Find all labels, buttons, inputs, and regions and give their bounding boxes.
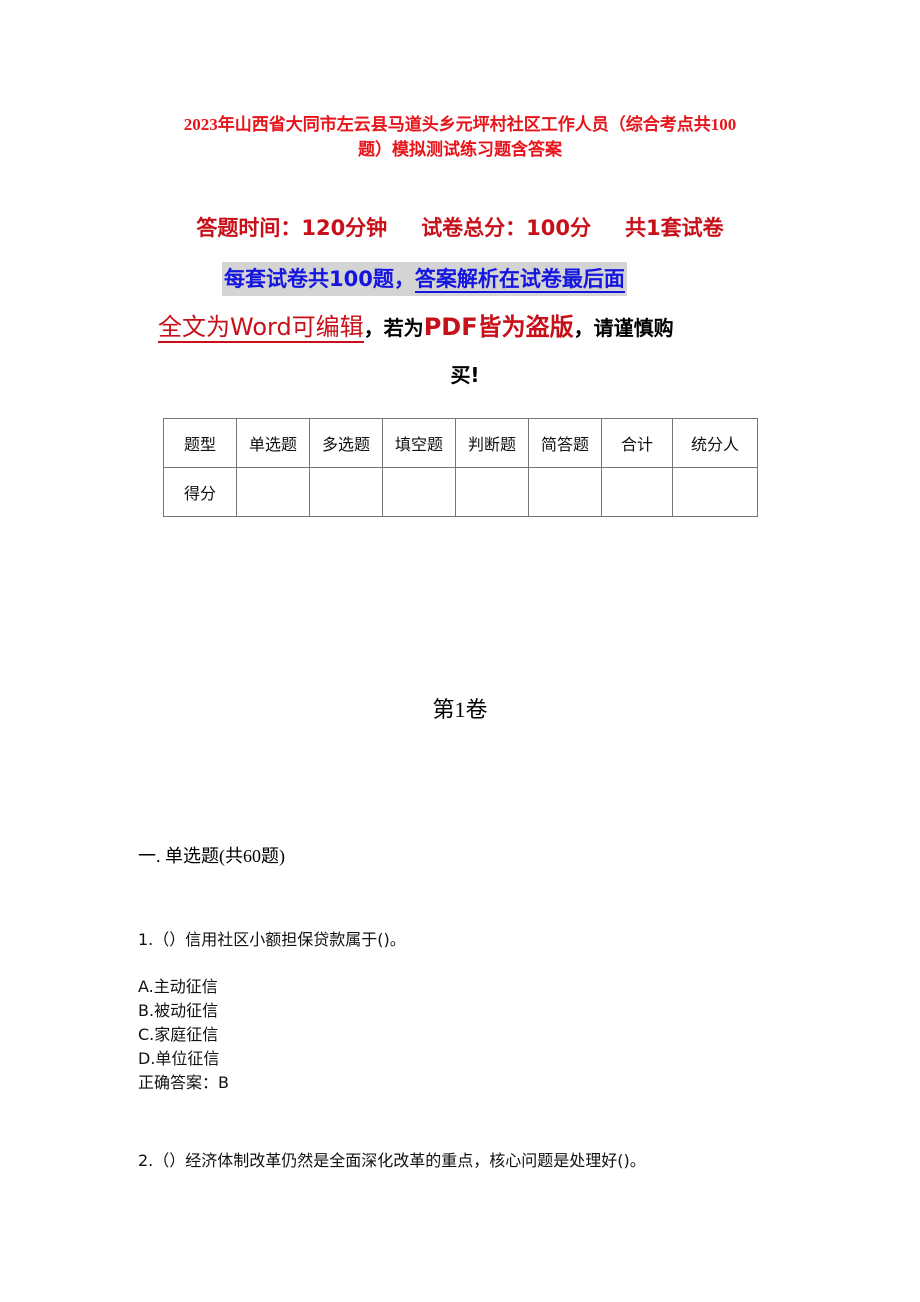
question-2-text: 2.（）经济体制改革仍然是全面深化改革的重点，核心问题是处理好()。 (138, 1151, 646, 1170)
notice-banner: 每套试卷共100题，答案解析在试卷最后面 (222, 262, 627, 296)
notice-link[interactable]: 答案解析在试卷最后面 (414, 267, 625, 293)
score-cell-short-answer[interactable] (528, 467, 602, 517)
score-cell-true-false[interactable] (455, 467, 529, 517)
score-table-header-cell: 判断题 (455, 418, 529, 468)
score-table-header-cell: 统分人 (672, 418, 758, 468)
question-1-option-a: A.主动征信 (138, 977, 218, 996)
question-1-option-b: B.被动征信 (138, 1001, 219, 1020)
score-cell-multi-choice[interactable] (309, 467, 383, 517)
document-title-line1: 2023年山西省大同市左云县马道头乡元坪村社区工作人员（综合考点共100 (183, 115, 737, 134)
editable-notice-link[interactable]: 全文为Word可编辑 (158, 313, 364, 343)
question-1-option-c: C.家庭征信 (138, 1025, 219, 1044)
score-table-header-cell: 单选题 (236, 418, 310, 468)
score-table-header-cell: 多选题 (309, 418, 383, 468)
score-cell-fill-blank[interactable] (382, 467, 456, 517)
exam-total-score: 试卷总分：100分 (421, 216, 592, 240)
warning-text-3: 买! (450, 363, 480, 387)
warning-text-2: ，请谨慎购 (573, 316, 674, 340)
section-title: 一. 单选题(共60题) (138, 846, 285, 866)
notice-text: 每套试卷共100题， (224, 267, 415, 291)
exam-info: 答题时间：120分钟 试卷总分：100分 共1套试卷 (160, 212, 760, 244)
score-table-header-row: 题型 单选题 多选题 填空题 判断题 简答题 合计 统分人 (163, 418, 758, 468)
score-cell-grader[interactable] (672, 467, 758, 517)
piracy-warning: 全文为Word可编辑，若为PDF皆为盗版，请谨慎购 (150, 308, 780, 347)
question-1-options: A.主动征信 B.被动征信 C.家庭征信 D.单位征信 正确答案：B (138, 975, 229, 1095)
question-1-answer: 正确答案：B (138, 1073, 229, 1092)
score-table-header-cell: 简答题 (528, 418, 602, 468)
exam-sets: 共1套试卷 (625, 216, 724, 240)
score-table-header-cell: 题型 (163, 418, 237, 468)
score-table-header-cell: 填空题 (382, 418, 456, 468)
document-title-line2: 题）模拟测试练习题含答案 (358, 140, 562, 159)
pdf-piracy-text: PDF皆为盗版 (423, 313, 574, 341)
score-cell-total[interactable] (601, 467, 673, 517)
document-title: 2023年山西省大同市左云县马道头乡元坪村社区工作人员（综合考点共100 题）模… (130, 112, 790, 162)
exam-time: 答题时间：120分钟 (196, 216, 388, 240)
warning-text-1: ，若为 (363, 316, 424, 340)
score-table-score-row: 得分 (163, 467, 758, 517)
score-table-row-label: 得分 (163, 467, 237, 517)
score-table: 题型 单选题 多选题 填空题 判断题 简答题 合计 统分人 得分 (163, 418, 758, 517)
score-table-header-cell: 合计 (601, 418, 673, 468)
question-1-option-d: D.单位征信 (138, 1049, 220, 1068)
volume-title: 第1卷 (432, 697, 488, 722)
score-cell-single-choice[interactable] (236, 467, 310, 517)
question-1-text: 1.（）信用社区小额担保贷款属于()。 (138, 930, 406, 949)
